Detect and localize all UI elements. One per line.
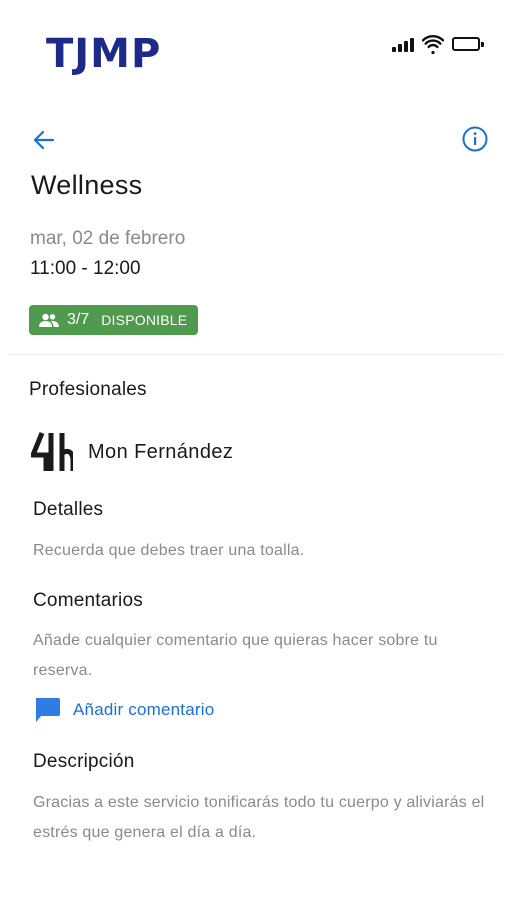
description-text: Gracias a este servicio tonificarás todo… <box>33 794 485 841</box>
professional-logo-icon <box>31 432 73 471</box>
battery-icon <box>452 37 484 51</box>
back-button[interactable] <box>28 124 60 156</box>
wifi-icon <box>422 34 444 54</box>
signal-icon <box>392 36 414 52</box>
people-icon <box>39 313 59 327</box>
session-date: mar, 02 de febrero <box>30 228 186 249</box>
professional-name: Mon Fernández <box>88 440 234 463</box>
description-heading: Descripción <box>33 751 135 772</box>
comment-icon <box>36 698 60 722</box>
status-bar <box>392 33 484 55</box>
app-logo: TJMP <box>46 31 162 77</box>
arrow-left-icon <box>33 130 55 150</box>
section-divider <box>8 354 502 355</box>
comments-heading: Comentarios <box>33 590 143 611</box>
info-button[interactable] <box>460 124 490 154</box>
availability-count: 3/7 <box>67 311 90 328</box>
availability-badge: 3/7 DISPONIBLE <box>29 305 198 335</box>
info-icon <box>462 126 488 152</box>
availability-status: DISPONIBLE <box>101 312 188 328</box>
add-comment-button[interactable]: Añadir comentario <box>33 697 214 723</box>
professionals-heading: Profesionales <box>29 379 147 400</box>
add-comment-label: Añadir comentario <box>73 700 215 719</box>
details-heading: Detalles <box>33 499 104 520</box>
page-title: Wellness <box>31 170 143 200</box>
comments-text: Añade cualquier comentario que quieras h… <box>33 632 438 679</box>
details-text: Recuerda que debes traer una toalla. <box>33 542 305 559</box>
session-time: 11:00 - 12:00 <box>30 258 141 279</box>
professional-item[interactable]: Mon Fernández <box>31 431 233 473</box>
booking-detail-screen: TJMP Wellness mar, 02 de febrero 11:00 -… <box>0 0 510 900</box>
